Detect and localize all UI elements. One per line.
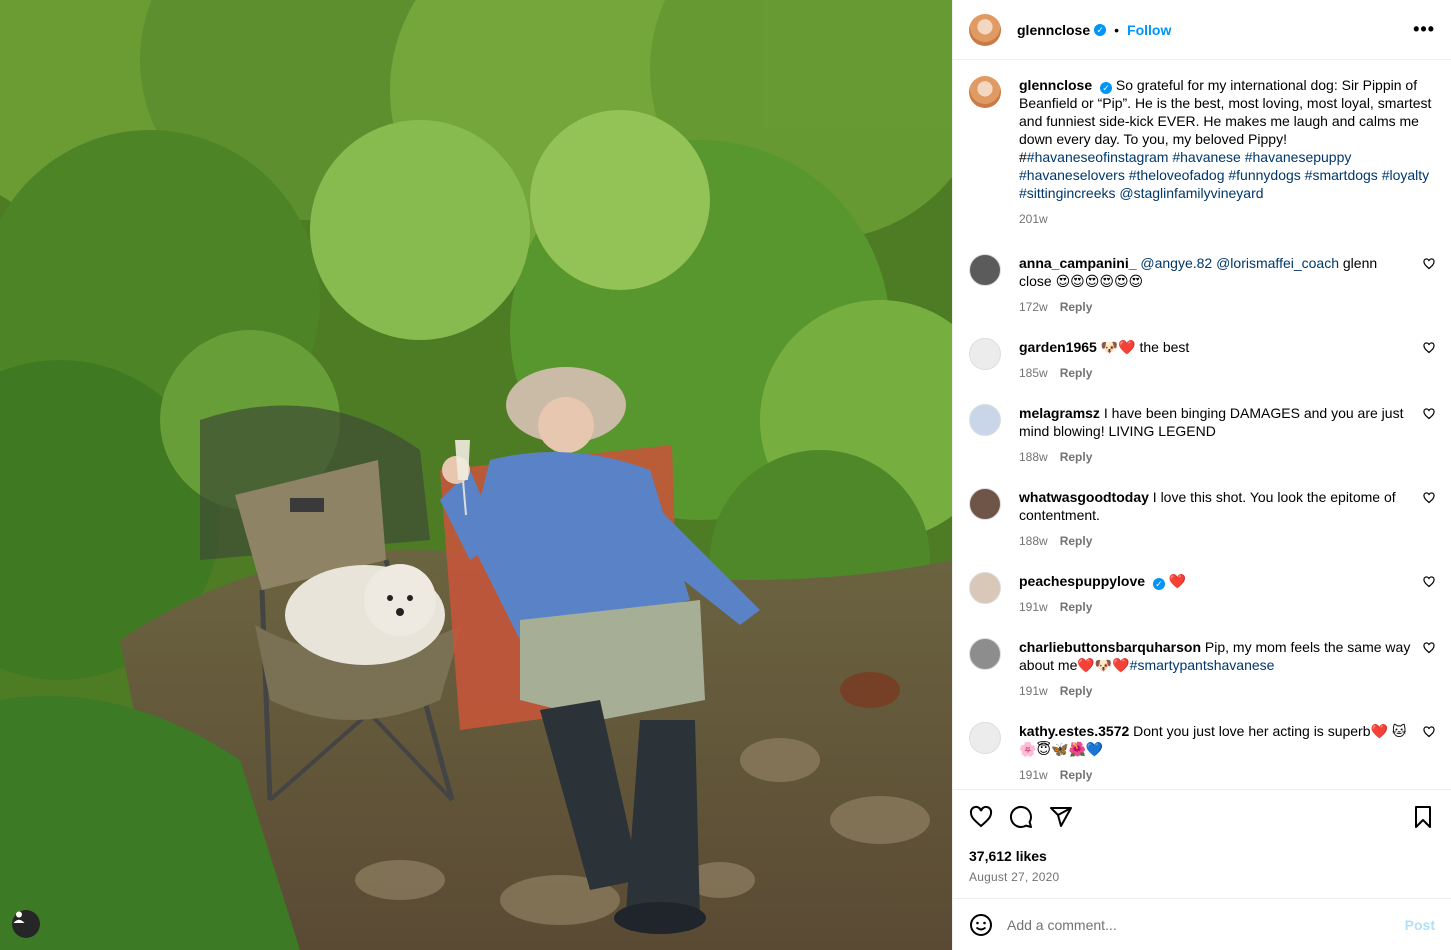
comment-like-icon[interactable] (1423, 408, 1435, 420)
comment-username[interactable]: garden1965 (1019, 339, 1097, 355)
post-actions: 37,612 likes August 27, 2020 (953, 789, 1451, 884)
comment-input[interactable] (1007, 916, 1405, 933)
comment-time[interactable]: 191w (1019, 768, 1048, 782)
comment-text: 🐶❤️ the best (1100, 339, 1190, 355)
comment-item: peachespuppylove ✓ ❤️ 191w Reply (969, 572, 1435, 616)
instagram-post-view: glennclose ✓ • Follow ••• glennclose ✓ S… (0, 0, 1451, 950)
author-username[interactable]: glennclose (1017, 22, 1090, 38)
user-tag-icon[interactable] (12, 910, 40, 938)
avatar[interactable] (969, 13, 1001, 46)
avatar[interactable] (969, 254, 1001, 286)
emoji-icon[interactable] (969, 913, 993, 937)
comment-time[interactable]: 188w (1019, 450, 1048, 464)
comment-hashtag[interactable]: #smartypantshavanese (1130, 657, 1275, 673)
comments-section[interactable]: glennclose ✓ So grateful for my internat… (953, 60, 1451, 789)
more-icon[interactable]: ••• (1413, 19, 1435, 40)
comment-time[interactable]: 188w (1019, 534, 1048, 548)
comment-username[interactable]: whatwasgoodtoday (1019, 489, 1149, 505)
reply-button[interactable]: Reply (1060, 300, 1093, 314)
caption-time[interactable]: 201w (1019, 212, 1048, 226)
post-photo[interactable] (0, 0, 952, 950)
comment-username[interactable]: charliebuttonsbarquharson (1019, 639, 1201, 655)
verified-badge-icon: ✓ (1100, 82, 1113, 94)
comment-username[interactable]: melagramsz (1019, 405, 1100, 421)
reply-button[interactable]: Reply (1060, 768, 1093, 782)
follow-button[interactable]: Follow (1127, 22, 1171, 38)
comment-item: whatwasgoodtoday I love this shot. You l… (969, 488, 1435, 550)
comment-time[interactable]: 185w (1019, 366, 1048, 380)
post-image (0, 0, 952, 950)
avatar[interactable] (969, 722, 1001, 754)
avatar[interactable] (969, 638, 1001, 670)
avatar[interactable] (969, 76, 1001, 108)
comment-item: melagramsz I have been binging DAMAGES a… (969, 404, 1435, 466)
caption: glennclose ✓ So grateful for my internat… (969, 76, 1435, 228)
comment-icon[interactable] (1009, 805, 1033, 829)
post-comment-button[interactable]: Post (1405, 917, 1435, 933)
comment-text: ❤️ (1168, 573, 1187, 589)
verified-badge-icon: ✓ (1152, 578, 1165, 590)
comment-like-icon[interactable] (1423, 258, 1435, 270)
post-date[interactable]: August 27, 2020 (969, 870, 1435, 884)
avatar[interactable] (969, 572, 1001, 604)
comment-like-icon[interactable] (1423, 492, 1435, 504)
reply-button[interactable]: Reply (1060, 600, 1093, 614)
comment-like-icon[interactable] (1423, 726, 1435, 738)
post-side-panel: glennclose ✓ • Follow ••• glennclose ✓ S… (952, 0, 1451, 950)
post-header: glennclose ✓ • Follow ••• (953, 0, 1451, 60)
reply-button[interactable]: Reply (1060, 684, 1093, 698)
separator-dot: • (1114, 21, 1120, 38)
reply-button[interactable]: Reply (1060, 366, 1093, 380)
comment-item: charliebuttonsbarquharson Pip, my mom fe… (969, 638, 1435, 700)
comment-item: garden1965 🐶❤️ the best 185w Reply (969, 338, 1435, 382)
comment-like-icon[interactable] (1423, 342, 1435, 354)
comment-item: kathy.estes.3572 Dont you just love her … (969, 722, 1435, 784)
likes-count[interactable]: 37,612 likes (969, 848, 1435, 864)
caption-hashtags[interactable]: #havaneseofinstagram #havanese #havanese… (1019, 149, 1429, 201)
avatar[interactable] (969, 404, 1001, 436)
bookmark-icon[interactable] (1411, 805, 1435, 829)
comment-username[interactable]: anna_campanini_ (1019, 255, 1137, 271)
comment-username[interactable]: peachespuppylove (1019, 573, 1145, 589)
share-icon[interactable] (1049, 805, 1073, 829)
caption-author[interactable]: glennclose (1019, 77, 1092, 93)
comment-username[interactable]: kathy.estes.3572 (1019, 723, 1129, 739)
avatar[interactable] (969, 488, 1001, 520)
comment-like-icon[interactable] (1423, 642, 1435, 654)
comment-like-icon[interactable] (1423, 576, 1435, 588)
comment-mentions[interactable]: @angye.82 @lorismaffei_coach (1140, 255, 1339, 271)
comment-time[interactable]: 191w (1019, 684, 1048, 698)
verified-badge-icon: ✓ (1094, 23, 1107, 36)
comment-time[interactable]: 191w (1019, 600, 1048, 614)
comment-item: anna_campanini_ @angye.82 @lorismaffei_c… (969, 254, 1435, 316)
heart-icon[interactable] (969, 805, 993, 829)
reply-button[interactable]: Reply (1060, 534, 1093, 548)
comment-time[interactable]: 172w (1019, 300, 1048, 314)
reply-button[interactable]: Reply (1060, 450, 1093, 464)
avatar[interactable] (969, 338, 1001, 370)
add-comment-bar: Post (953, 898, 1451, 950)
comment-list: anna_campanini_ @angye.82 @lorismaffei_c… (969, 254, 1435, 784)
